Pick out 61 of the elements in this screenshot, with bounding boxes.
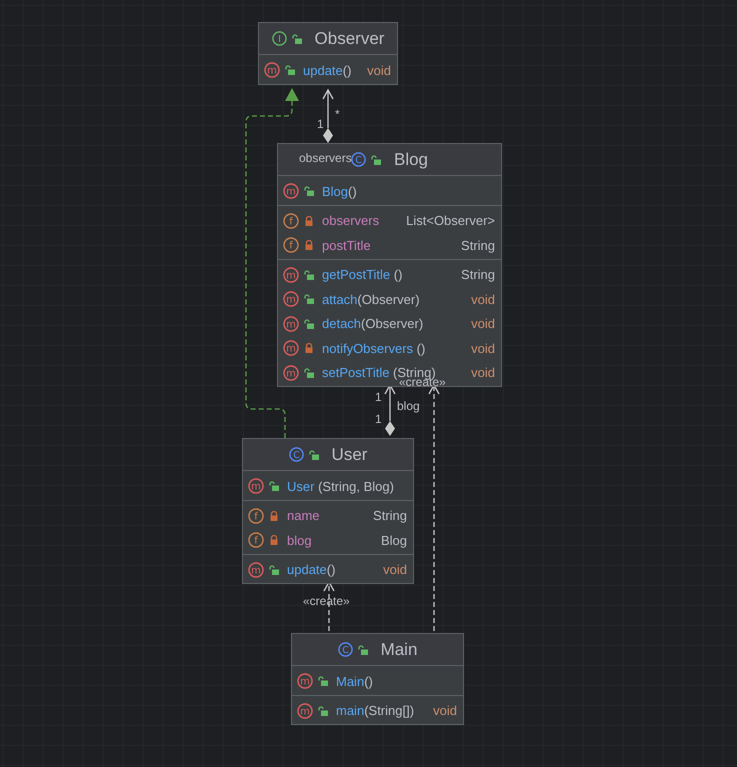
method-signature: main(String[]) [336,702,414,720]
method-icon: m [297,673,313,690]
method-icon: m [283,316,299,332]
method-icon: m [283,364,299,381]
member-type: void [470,340,495,358]
method-icon: m [248,562,264,578]
method-icon: m [264,62,280,78]
edge-label: * [335,107,340,121]
class-name: Main [380,638,418,661]
field-name: postTitle [322,236,371,255]
member-type: void [432,702,457,720]
field-icon: f [283,212,299,229]
class-name: User [332,444,368,466]
edge-label: «create» [303,594,350,608]
class-card[interactable]: C Main m Main() m main(String[]) void [291,633,464,725]
class-icon: C [350,152,366,167]
member-type: String [372,507,407,525]
method-icon: m [297,702,313,719]
interface-icon: I [272,31,287,46]
method-icon: m [283,266,299,283]
edge-label: 1 [317,117,324,131]
member-type: Blog [380,532,407,550]
member-type: List<Observer> [405,212,495,230]
method-signature: update() [287,561,336,579]
field-icon: f [248,532,264,548]
field-name: observers [322,212,380,230]
method-signature: attach(Observer) [322,290,420,309]
interface-card[interactable]: I Observer m update() void [258,22,398,84]
class-name: Blog [394,148,428,171]
method-signature: notifyObservers () [322,340,426,358]
edge-label: 1 [375,412,382,426]
class-icon: C [288,447,304,462]
member-type: void [382,561,407,579]
method-icon: m [283,291,299,308]
class-card[interactable]: C User m User (String, Blog) f name String f blog Blog m update() void [242,438,414,584]
edge-label: 1 [375,390,382,404]
method-signature: User (String, Blog) [287,478,394,496]
field-icon: f [248,508,264,524]
method-signature: update() [303,62,352,80]
field-name: name [287,507,320,525]
member-type: String [460,236,495,255]
composition-arrow[interactable] [322,88,334,143]
member-type: void [366,62,391,80]
method-signature: Main() [336,672,373,691]
field-name: blog [287,532,312,550]
method-signature: Blog() [322,182,357,201]
edge-label: blog [397,399,420,413]
field-icon: f [283,237,299,254]
member-type: String [460,266,495,284]
method-icon: m [283,183,299,200]
class-icon: C [338,642,353,657]
method-icon: m [248,478,264,494]
edge-label: observers [299,151,352,165]
method-signature: getPostTitle () [322,266,402,284]
member-type: void [470,290,495,308]
realization-arrow[interactable] [245,88,299,438]
method-icon: m [283,340,299,356]
member-type: void [470,315,495,333]
class-name: Observer [314,28,384,50]
member-type: void [470,364,495,382]
method-signature: detach(Observer) [322,315,424,333]
